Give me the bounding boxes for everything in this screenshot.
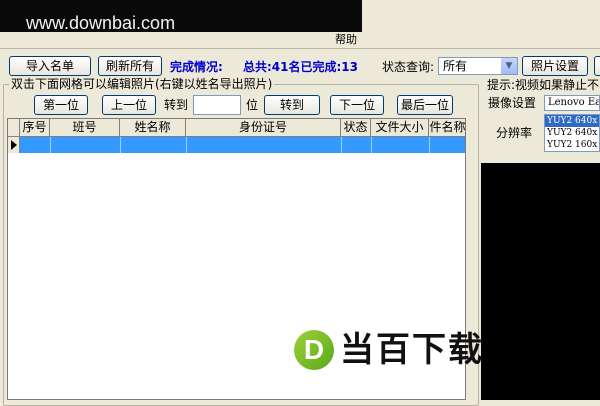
watermark-text: www.downbai.com <box>26 13 176 33</box>
resolution-label: 分辨率 <box>496 126 533 140</box>
next-record-button[interactable]: 下一位 <box>330 95 384 115</box>
column-header-file-size[interactable]: 文件大小 <box>371 119 429 136</box>
first-record-button[interactable]: 第一位 <box>34 95 88 115</box>
refresh-all-button[interactable]: 刷新所有 <box>98 56 162 76</box>
column-header-index[interactable]: 序号 <box>20 119 50 136</box>
camera-settings-label: 摄像设置 <box>488 96 537 110</box>
table-row[interactable] <box>20 137 465 153</box>
status-query-label: 状态查询: <box>382 60 435 74</box>
cell-divider <box>371 137 372 153</box>
status-query-select[interactable]: 所有 ▼ <box>438 57 518 75</box>
completion-label: 完成情况: <box>170 60 223 74</box>
completion-value: 总共:41名已完成:13 <box>243 60 358 74</box>
menu-bar: 帮助 <box>0 32 600 49</box>
camera-device-select[interactable]: Lenovo Ea <box>544 95 600 111</box>
brand-logo-icon: D <box>294 330 334 370</box>
brand-logo-text: 当百下载 <box>340 330 484 370</box>
camera-preview <box>481 163 600 400</box>
current-row-indicator[interactable] <box>8 137 20 153</box>
resolution-list[interactable]: YUY2 640x YUY2 640x YUY2 160x <box>544 114 600 152</box>
goto-label: 转到 <box>164 98 189 112</box>
position-unit-label: 位 <box>246 98 259 112</box>
grid-group-title: 双击下面网格可以编辑照片(右键以姓名导出照片) <box>9 77 275 91</box>
status-query-value: 所有 <box>443 59 468 73</box>
menu-item-help[interactable]: 帮助 <box>335 32 357 48</box>
goto-position-input[interactable] <box>193 95 241 115</box>
cell-divider <box>50 137 51 153</box>
camera-device-value: Lenovo Ea <box>548 97 600 108</box>
chevron-down-icon[interactable]: ▼ <box>501 58 517 74</box>
column-header-class[interactable]: 班号 <box>50 119 120 136</box>
resolution-option[interactable]: YUY2 160x <box>545 139 599 151</box>
import-list-button[interactable]: 导入名单 <box>9 56 91 76</box>
prev-record-button[interactable]: 上一位 <box>102 95 156 115</box>
resolution-option[interactable]: YUY2 640x <box>545 115 599 127</box>
cell-divider <box>186 137 187 153</box>
cell-divider <box>341 137 342 153</box>
grid-header: 序号 班号 姓名称 身份证号 状态 文件大小 件名称 <box>8 119 465 137</box>
camera-tip-text: 提示:视频如果静止不 <box>487 78 600 92</box>
column-header-status[interactable]: 状态 <box>341 119 371 136</box>
column-header-id-number[interactable]: 身份证号 <box>186 119 341 136</box>
photo-settings-button[interactable]: 照片设置 <box>522 56 588 76</box>
cell-divider <box>120 137 121 153</box>
resolution-option[interactable]: YUY2 640x <box>545 127 599 139</box>
cell-divider <box>429 137 430 153</box>
column-header-name[interactable]: 姓名称 <box>120 119 186 136</box>
extra-toolbar-button[interactable] <box>594 56 600 76</box>
grid-corner <box>8 119 20 136</box>
goto-button[interactable]: 转到 <box>264 95 320 115</box>
last-record-button[interactable]: 最后一位 <box>397 95 453 115</box>
title-bar <box>362 0 600 33</box>
column-header-file-name[interactable]: 件名称 <box>429 119 465 136</box>
